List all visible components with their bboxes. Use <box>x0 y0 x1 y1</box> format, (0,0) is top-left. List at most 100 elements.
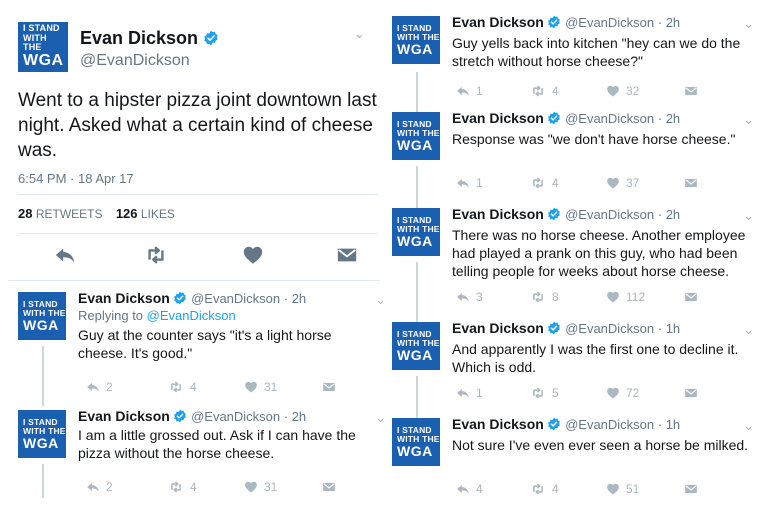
reply-arrow-icon[interactable] <box>456 84 470 98</box>
reply-arrow-icon[interactable] <box>456 290 470 304</box>
chevron-down-icon[interactable]: ⌄ <box>743 322 754 338</box>
chevron-down-icon[interactable]: ⌄ <box>743 112 754 128</box>
envelope-icon[interactable] <box>684 84 698 98</box>
reply-action[interactable]: 4 <box>456 482 483 496</box>
message-action[interactable] <box>684 84 698 98</box>
like-action[interactable]: 51 <box>606 482 639 496</box>
reply-arrow-icon[interactable] <box>456 482 470 496</box>
heart-icon[interactable] <box>606 290 620 304</box>
reply-arrow-icon[interactable] <box>54 244 76 266</box>
author-handle[interactable]: @EvanDickson <box>80 52 190 70</box>
author-name[interactable]: Evan Dickson <box>80 28 219 49</box>
reply-arrow-icon[interactable] <box>456 386 470 400</box>
author-handle-time[interactable]: @EvanDickson · 2h <box>191 291 306 306</box>
like-label[interactable]: LIKES <box>141 207 175 221</box>
retweet-icon[interactable] <box>530 176 546 190</box>
heart-icon[interactable] <box>606 482 620 496</box>
author-handle-time[interactable]: @EvanDickson · 2h <box>191 409 306 424</box>
avatar[interactable]: I STAND WITH THE WGA <box>392 208 440 256</box>
reply-arrow-icon[interactable] <box>86 380 100 394</box>
avatar[interactable]: I STAND WITH THE WGA <box>18 410 66 458</box>
envelope-icon[interactable] <box>336 244 358 266</box>
chevron-down-icon[interactable]: ⌄ <box>375 410 386 426</box>
like-action[interactable]: 112 <box>606 290 645 304</box>
reply-arrow-icon[interactable] <box>456 176 470 190</box>
chevron-down-icon[interactable]: ⌄ <box>354 26 365 42</box>
heart-icon[interactable] <box>606 84 620 98</box>
like-action[interactable]: 72 <box>606 386 639 400</box>
heart-icon[interactable] <box>244 480 258 494</box>
message-action[interactable] <box>684 482 698 496</box>
heart-icon[interactable] <box>606 386 620 400</box>
chevron-down-icon[interactable]: ⌄ <box>743 16 754 32</box>
like-action[interactable]: 32 <box>606 84 639 98</box>
message-action[interactable] <box>322 380 336 394</box>
reply-action[interactable]: 1 <box>456 176 483 190</box>
envelope-icon[interactable] <box>684 290 698 304</box>
retweet-label[interactable]: RETWEETS <box>36 207 103 221</box>
retweet-action[interactable]: 4 <box>530 176 559 190</box>
chevron-down-icon[interactable]: ⌄ <box>375 292 386 308</box>
author-handle-time[interactable]: @EvanDickson · 2h <box>565 207 680 222</box>
tweet-stats: 28 RETWEETS 126 LIKES <box>18 206 175 221</box>
avatar[interactable]: I STAND WITH THE WGA <box>392 112 440 160</box>
envelope-icon[interactable] <box>684 176 698 190</box>
avatar[interactable]: I STAND WITH THE WGA <box>18 292 66 340</box>
author-handle-time[interactable]: @EvanDickson · 2h <box>565 111 680 126</box>
retweet-icon[interactable] <box>530 386 546 400</box>
message-action[interactable] <box>684 176 698 190</box>
envelope-icon[interactable] <box>322 380 336 394</box>
retweet-action[interactable]: 4 <box>168 480 197 494</box>
chevron-down-icon[interactable]: ⌄ <box>743 418 754 434</box>
retweet-icon[interactable] <box>168 380 184 394</box>
author-handle-time[interactable]: @EvanDickson · 1h <box>565 417 680 432</box>
reply-action[interactable]: 2 <box>86 480 113 494</box>
author-handle-time[interactable]: @EvanDickson · 2h <box>565 15 680 30</box>
heart-icon[interactable] <box>244 380 258 394</box>
author-name[interactable]: Evan Dickson <box>452 206 544 222</box>
author-name[interactable]: Evan Dickson <box>452 110 544 126</box>
chevron-down-icon[interactable]: ⌄ <box>743 208 754 224</box>
reply-action[interactable]: 3 <box>456 290 483 304</box>
reply-action[interactable]: 1 <box>456 386 483 400</box>
message-action[interactable] <box>684 386 698 400</box>
retweet-count[interactable]: 28 <box>18 206 32 221</box>
author-name[interactable]: Evan Dickson <box>78 408 170 424</box>
reply-action[interactable]: 1 <box>456 84 483 98</box>
like-count[interactable]: 126 <box>116 206 138 221</box>
retweet-action[interactable]: 4 <box>530 482 559 496</box>
author-name[interactable]: Evan Dickson <box>452 416 544 432</box>
envelope-icon[interactable] <box>322 480 336 494</box>
retweet-icon[interactable] <box>530 482 546 496</box>
author-name[interactable]: Evan Dickson <box>78 290 170 306</box>
heart-icon[interactable] <box>242 244 264 266</box>
retweet-icon[interactable] <box>530 84 546 98</box>
avatar[interactable]: I STAND WITH THE WGA <box>392 418 440 466</box>
author-name[interactable]: Evan Dickson <box>452 14 544 30</box>
envelope-icon[interactable] <box>684 386 698 400</box>
avatar[interactable]: I STAND WITH THE WGA <box>18 22 68 72</box>
avatar[interactable]: I STAND WITH THE WGA <box>392 16 440 64</box>
retweet-action[interactable]: 4 <box>530 84 559 98</box>
author-name[interactable]: Evan Dickson <box>452 320 544 336</box>
retweet-icon[interactable] <box>168 480 184 494</box>
retweet-icon[interactable] <box>530 290 546 304</box>
heart-icon[interactable] <box>606 176 620 190</box>
avatar[interactable]: I STAND WITH THE WGA <box>392 322 440 370</box>
reply-action[interactable]: 2 <box>86 380 113 394</box>
like-action[interactable]: 31 <box>244 480 277 494</box>
envelope-icon[interactable] <box>684 482 698 496</box>
retweet-action[interactable]: 4 <box>168 380 197 394</box>
replying-to-link[interactable]: @EvanDickson <box>147 308 236 323</box>
retweet-icon[interactable] <box>144 244 168 266</box>
tweet-timestamp[interactable]: 6:54 PM · 18 Apr 17 <box>18 171 134 186</box>
author-handle-time[interactable]: @EvanDickson · 1h <box>565 321 680 336</box>
verified-badge-icon <box>547 417 561 431</box>
message-action[interactable] <box>322 480 336 494</box>
retweet-action[interactable]: 5 <box>530 386 559 400</box>
reply-arrow-icon[interactable] <box>86 480 100 494</box>
like-action[interactable]: 31 <box>244 380 277 394</box>
message-action[interactable] <box>684 290 698 304</box>
like-action[interactable]: 37 <box>606 176 639 190</box>
retweet-action[interactable]: 8 <box>530 290 559 304</box>
